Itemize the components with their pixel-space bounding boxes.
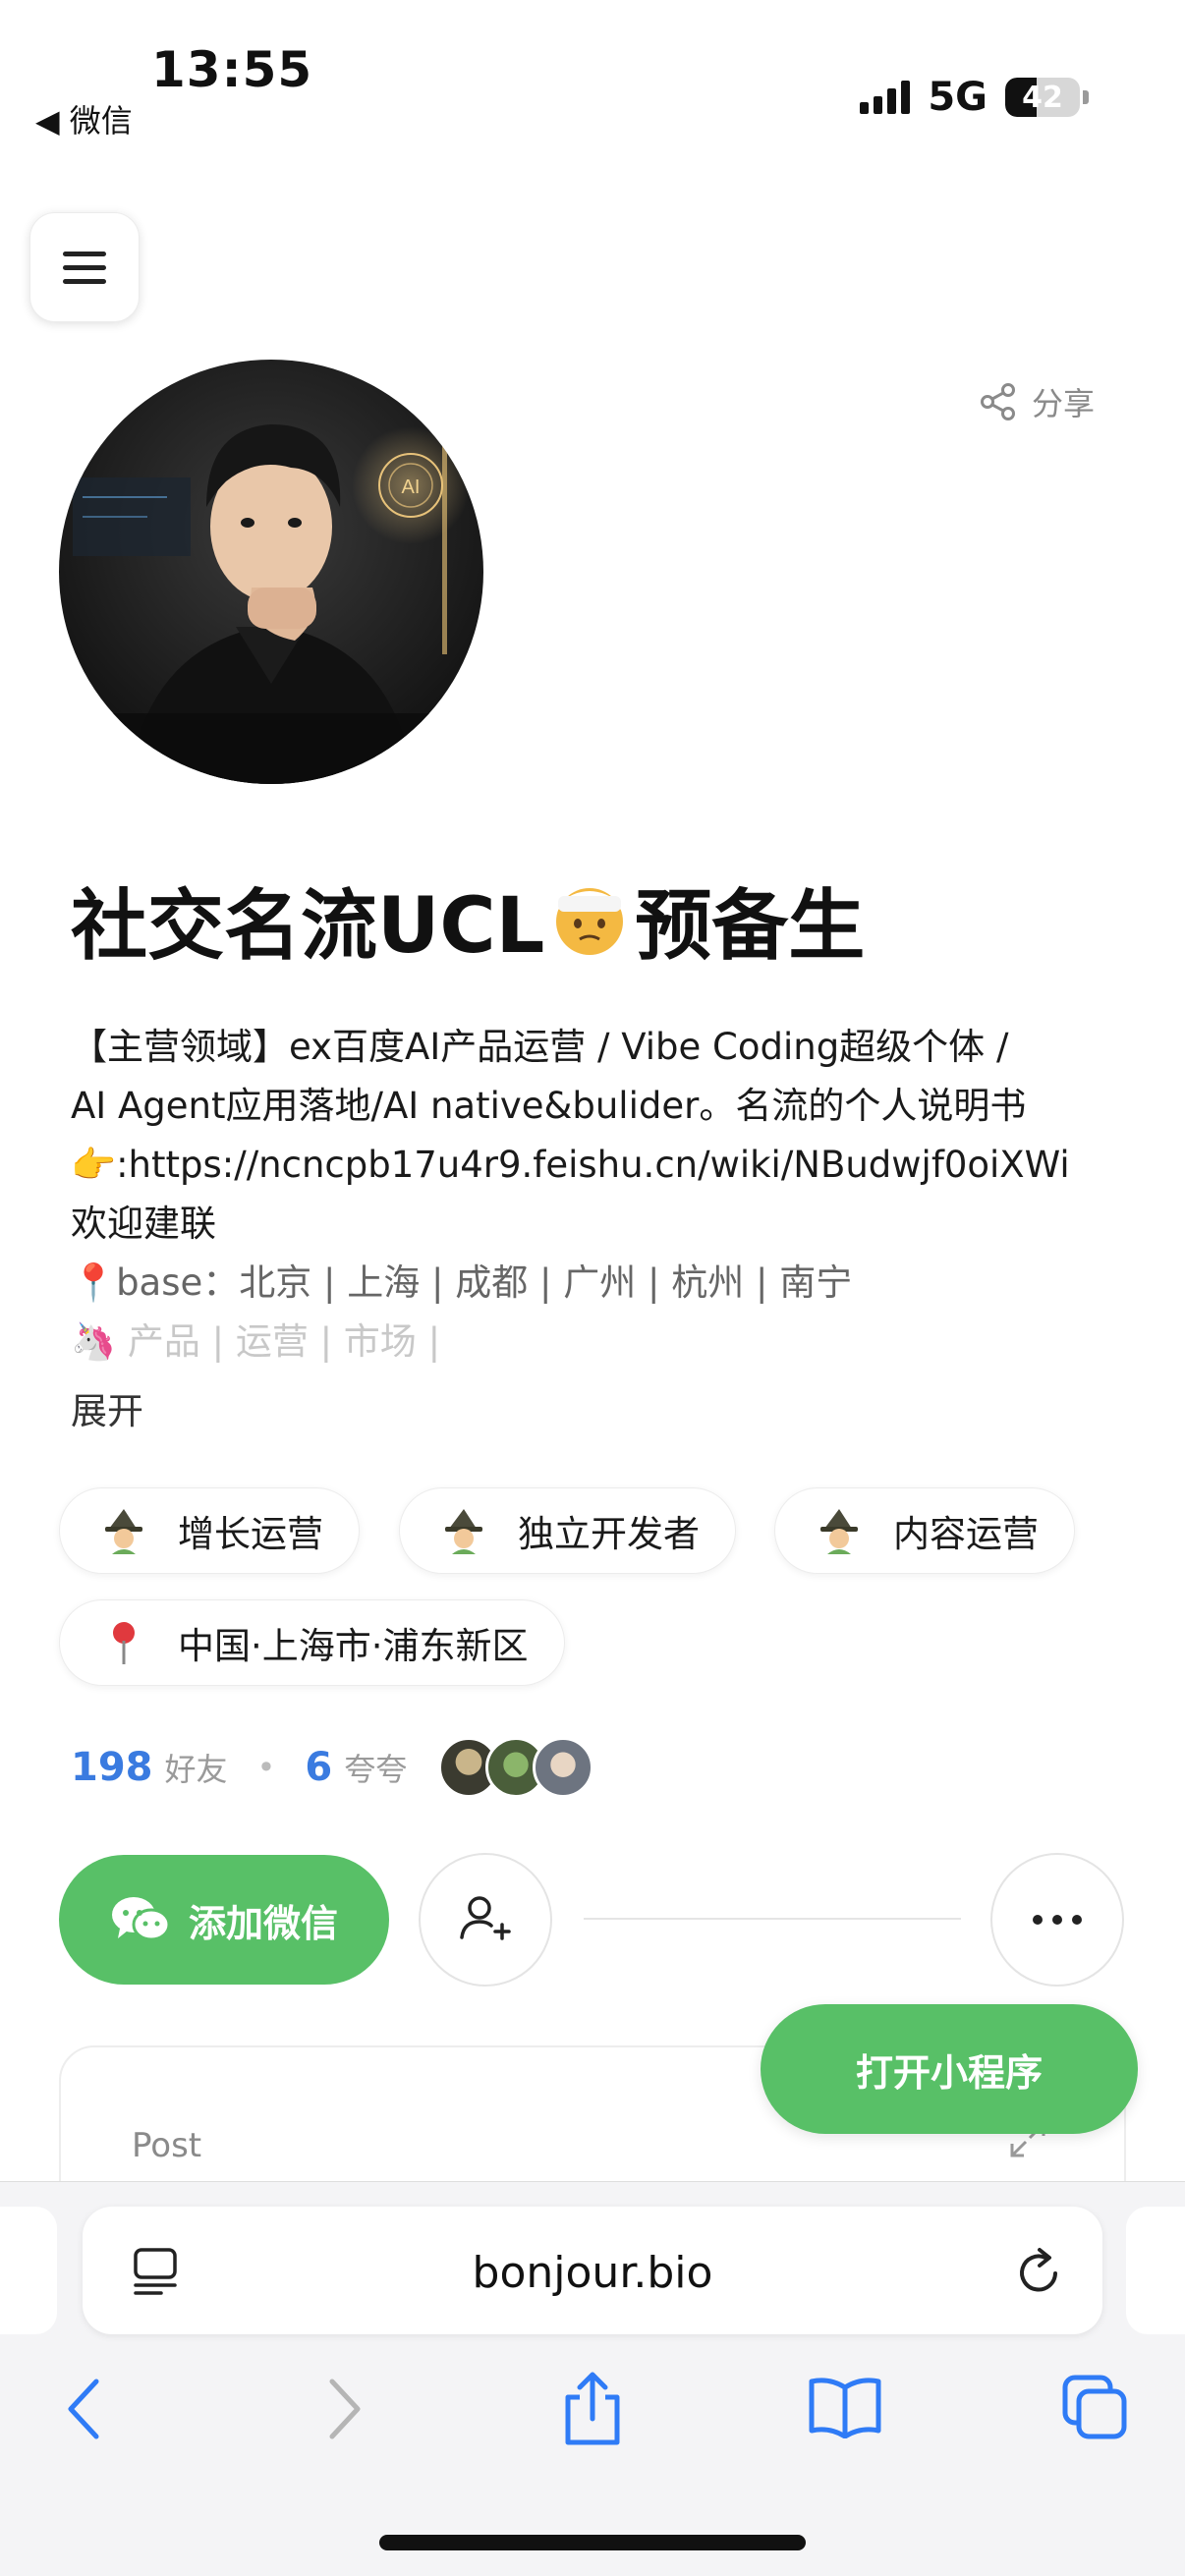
share-sheet-icon[interactable] [560, 2370, 625, 2448]
tag-growth-ops[interactable]: 增长运营 [59, 1487, 360, 1574]
bandaged-face-emoji [556, 888, 624, 955]
follow-button[interactable] [419, 1853, 552, 1987]
tag-content-ops[interactable]: 内容运营 [774, 1487, 1075, 1574]
profile-bio: 【主营领域】ex百度AI产品运营 / Vibe Coding超级个体 / AI … [71, 1018, 1132, 1372]
url-text: bonjour.bio [472, 2248, 713, 2298]
mini-avatar [533, 1737, 594, 1798]
more-icon [1033, 1915, 1082, 1925]
praise-count[interactable]: 6 [305, 1745, 332, 1790]
post-label: Post [132, 2126, 202, 2165]
avatar[interactable]: AI [59, 360, 483, 784]
profile-name-part1: 社交名流UCL [71, 882, 545, 971]
witch-icon [445, 1509, 482, 1554]
wechat-icon [111, 1897, 171, 1941]
share-label: 分享 [1031, 385, 1095, 422]
bio-line: 🦄 产品 | 运营 | 市场 | [71, 1320, 441, 1363]
status-indicators: 5G 42 [860, 75, 1089, 120]
tag-location[interactable]: 中国·上海市·浦东新区 [59, 1599, 565, 1686]
add-wechat-button[interactable]: 添加微信 [59, 1855, 389, 1985]
back-icon[interactable] [65, 2378, 104, 2440]
bio-line: 【主营领域】ex百度AI产品运营 / Vibe Coding超级个体 / [71, 1026, 1009, 1068]
stats-separator: • [256, 1749, 276, 1786]
praise-avatars[interactable] [438, 1737, 594, 1798]
previous-tab-preview[interactable] [0, 2207, 57, 2334]
tabs-icon[interactable] [1061, 2374, 1130, 2442]
add-person-icon [460, 1896, 511, 1940]
location-pin-icon [113, 1622, 135, 1664]
profile-stats: 198 好友 • 6 夸夸 [71, 1737, 594, 1798]
bio-line: AI Agent应用落地/AI native&bulider。名流的个人说明书 [71, 1085, 1027, 1127]
status-time: 13:55 [151, 41, 313, 98]
add-wechat-label: 添加微信 [188, 1901, 338, 1945]
network-type: 5G [928, 75, 988, 120]
action-divider [584, 1918, 961, 1920]
battery-percent: 42 [1022, 80, 1063, 115]
share-icon [980, 383, 1015, 420]
friends-count[interactable]: 198 [71, 1745, 153, 1790]
address-bar[interactable]: bonjour.bio [83, 2207, 1102, 2334]
more-options-button[interactable] [990, 1853, 1124, 1987]
tag-label: 增长运营 [178, 1513, 323, 1555]
profile-name-part2: 预备生 [635, 882, 866, 971]
bio-line: 欢迎建联 [71, 1203, 216, 1245]
forward-icon[interactable] [324, 2378, 364, 2440]
hamburger-menu-button[interactable] [29, 212, 140, 322]
profile-name: 社交名流UCL 预备生 [71, 865, 865, 975]
hamburger-icon [63, 251, 106, 256]
witch-icon [105, 1509, 142, 1554]
tag-indie-developer[interactable]: 独立开发者 [399, 1487, 736, 1574]
tag-label: 内容运营 [893, 1513, 1039, 1555]
svg-text:AI: AI [402, 476, 421, 498]
share-button[interactable]: 分享 [979, 379, 1095, 424]
praise-label[interactable]: 夸夸 [344, 1745, 407, 1790]
expand-bio-button[interactable]: 展开 [71, 1381, 143, 1434]
tag-label: 独立开发者 [518, 1513, 700, 1555]
friends-label[interactable]: 好友 [165, 1745, 228, 1790]
open-miniprogram-button[interactable]: 打开小程序 [761, 2004, 1138, 2134]
signal-icon [860, 81, 911, 114]
home-indicator [379, 2535, 806, 2550]
tag-label: 中国·上海市·浦东新区 [178, 1625, 529, 1667]
reload-icon[interactable] [1014, 2244, 1065, 2297]
battery-icon: 42 [1005, 78, 1089, 117]
bio-line: 📍base：北京 | 上海 | 成都 | 广州 | 杭州 | 南宁 [71, 1261, 853, 1304]
witch-icon [820, 1509, 858, 1554]
back-to-wechat-link[interactable]: ◀ 微信 [35, 96, 133, 141]
bookmarks-icon[interactable] [808, 2376, 882, 2438]
bio-link-line[interactable]: 👉:https://ncncpb17u4r9.feishu.cn/wiki/NB… [71, 1136, 1132, 1195]
next-tab-preview[interactable] [1126, 2207, 1185, 2334]
